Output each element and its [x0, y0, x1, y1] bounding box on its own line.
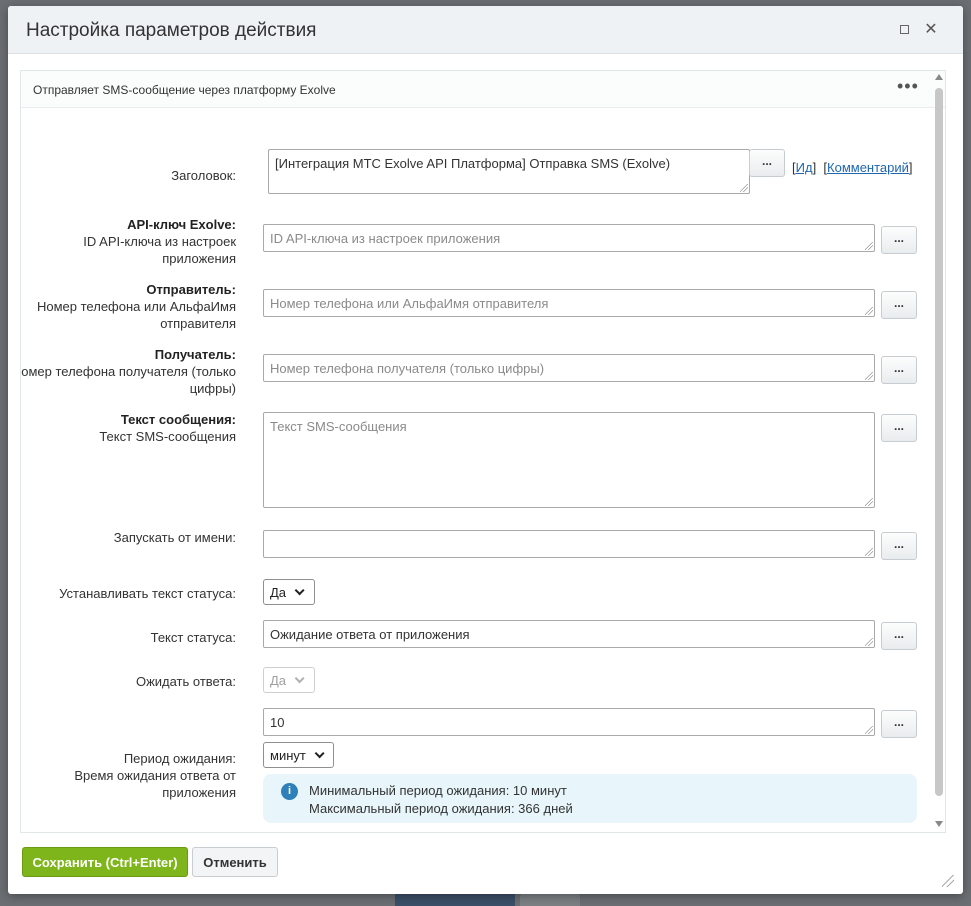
wait-response-select: Да — [263, 667, 315, 693]
sender-input[interactable]: Номер телефона или АльфаИмя отправителя — [263, 289, 875, 317]
recipient-input[interactable]: Номер телефона получателя (только цифры) — [263, 354, 875, 382]
save-button[interactable]: Сохранить (Ctrl+Enter) — [22, 847, 188, 877]
api-key-input[interactable]: ID API-ключа из настроек приложения — [263, 224, 875, 252]
action-settings-dialog: Настройка параметров действия ✕ Отправля… — [8, 6, 963, 894]
more-options-icon[interactable]: ••• — [897, 76, 919, 97]
title-label: Заголовок: — [171, 168, 236, 183]
recipient-label: Получатель: Номер телефона получателя (т… — [20, 347, 236, 396]
wait-response-label: Ожидать ответа: — [135, 674, 236, 689]
sender-insert-button[interactable]: ... — [881, 291, 917, 319]
set-status-select[interactable]: Да — [263, 579, 315, 605]
scrollbar-thumb[interactable] — [935, 88, 943, 796]
id-link[interactable]: Ид — [796, 160, 813, 175]
scroll-up-icon[interactable] — [935, 74, 943, 80]
api-key-label: API-ключ Exolve: ID API-ключа из настрое… — [83, 217, 236, 266]
info-min-period: Минимальный период ожидания: 10 минут — [309, 783, 567, 798]
status-text-input[interactable]: Ожидание ответа от приложения — [263, 620, 875, 648]
title-links: [Ид] [Комментарий] — [792, 160, 913, 175]
dialog-titlebar: Настройка параметров действия ✕ — [8, 6, 963, 54]
comment-link[interactable]: Комментарий — [827, 160, 909, 175]
title-insert-button[interactable]: ... — [749, 149, 785, 177]
sender-label: Отправитель: Номер телефона или АльфаИмя… — [37, 282, 236, 331]
chevron-down-icon — [294, 584, 305, 595]
set-status-label: Устанавливать текст статуса: — [59, 586, 236, 601]
resize-grip-icon[interactable] — [865, 548, 873, 556]
message-textarea[interactable]: Текст SMS-сообщения — [263, 412, 875, 508]
resize-grip-icon[interactable] — [865, 638, 873, 646]
run-as-insert-button[interactable]: ... — [881, 532, 917, 560]
info-icon: i — [281, 783, 298, 800]
resize-grip-icon[interactable] — [865, 242, 873, 250]
wait-period-info: i Минимальный период ожидания: 10 минут … — [263, 774, 917, 823]
resize-grip-icon[interactable] — [865, 372, 873, 380]
run-as-input[interactable] — [263, 530, 875, 558]
resize-grip-icon[interactable] — [865, 498, 873, 506]
wait-period-input[interactable]: 10 — [263, 708, 875, 736]
action-description: Отправляет SMS-сообщение через платформу… — [33, 83, 336, 97]
maximize-icon[interactable] — [894, 19, 914, 39]
close-icon[interactable]: ✕ — [921, 19, 941, 39]
dialog-title: Настройка параметров действия — [26, 20, 317, 41]
run-as-label: Запускать от имени: — [113, 530, 236, 545]
panel-header: Отправляет SMS-сообщение через платформу… — [21, 71, 945, 108]
chevron-down-icon — [294, 672, 305, 683]
settings-panel: Отправляет SMS-сообщение через платформу… — [20, 70, 946, 833]
info-max-period: Максимальный период ожидания: 366 дней — [309, 801, 573, 816]
api-key-insert-button[interactable]: ... — [881, 226, 917, 254]
status-text-insert-button[interactable]: ... — [881, 622, 917, 650]
recipient-insert-button[interactable]: ... — [881, 356, 917, 384]
dialog-resize-icon[interactable] — [942, 875, 954, 887]
chevron-down-icon — [314, 747, 325, 758]
resize-grip-icon[interactable] — [740, 184, 748, 192]
message-label: Текст сообщения: Текст SMS-сообщения — [99, 412, 236, 444]
resize-grip-icon[interactable] — [865, 726, 873, 734]
resize-grip-icon[interactable] — [865, 307, 873, 315]
wait-period-insert-button[interactable]: ... — [881, 710, 917, 738]
message-insert-button[interactable]: ... — [881, 414, 917, 442]
status-text-label: Текст статуса: — [150, 630, 236, 645]
title-field[interactable]: [Интеграция МТС Exolve API Платформа] От… — [268, 149, 750, 194]
scroll-down-icon[interactable] — [935, 821, 943, 827]
wait-period-label: Период ожидания: Время ожидания ответа о… — [74, 751, 236, 800]
cancel-button[interactable]: Отменить — [192, 847, 278, 877]
wait-period-unit-select[interactable]: минут — [263, 742, 334, 768]
